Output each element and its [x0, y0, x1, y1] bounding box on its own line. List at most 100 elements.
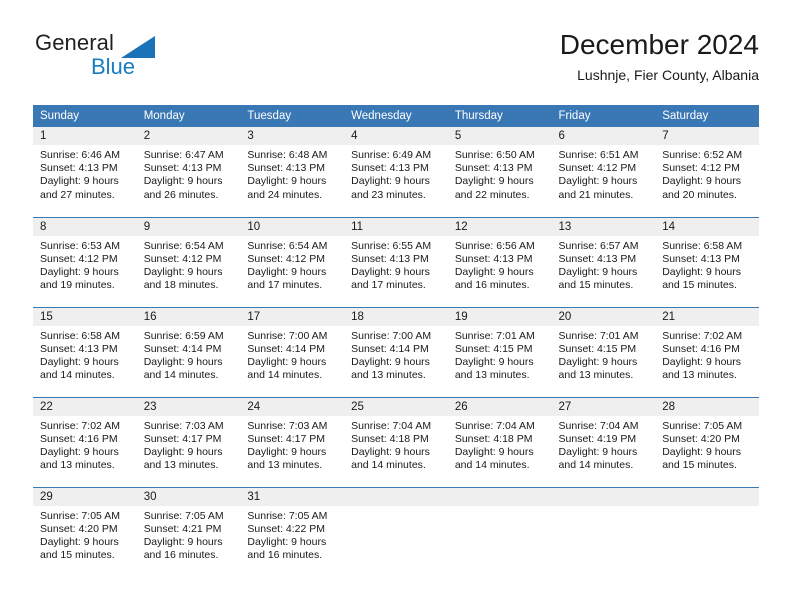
calendar-day-cell[interactable]: 8 Sunrise: 6:53 AM Sunset: 4:12 PM Dayli… [33, 216, 137, 307]
calendar-day-cell[interactable]: 2 Sunrise: 6:47 AM Sunset: 4:13 PM Dayli… [136, 127, 241, 217]
daylight-text-line1: Daylight: 9 hours [247, 445, 327, 458]
weekday-header-thursday: Thursday [447, 105, 552, 127]
sunrise-text: Sunrise: 6:47 AM [143, 149, 224, 161]
day-details: Sunrise: 7:02 AM Sunset: 4:16 PM Dayligh… [33, 416, 137, 473]
calendar-day-cell[interactable]: 6 Sunrise: 6:51 AM Sunset: 4:12 PM Dayli… [551, 127, 656, 217]
daylight-text-line2: and 24 minutes. [247, 188, 323, 201]
sunrise-text: Sunrise: 7:04 AM [558, 419, 639, 432]
sunrise-text: Sunrise: 7:05 AM [247, 509, 328, 522]
daylight-text-line1: Daylight: 9 hours [558, 355, 638, 368]
sunrise-text: Sunrise: 6:59 AM [143, 329, 224, 342]
day-details: Sunrise: 6:48 AM Sunset: 4:13 PM Dayligh… [240, 145, 344, 202]
calendar-day-cell[interactable]: 10 Sunrise: 6:54 AM Sunset: 4:12 PM Dayl… [240, 216, 345, 307]
calendar-day-cell[interactable]: 12 Sunrise: 6:56 AM Sunset: 4:13 PM Dayl… [447, 216, 552, 307]
calendar-day-cell[interactable]: 24 Sunrise: 7:03 AM Sunset: 4:17 PM Dayl… [240, 396, 345, 487]
calendar-day-cell[interactable]: 28 Sunrise: 7:05 AM Sunset: 4:20 PM Dayl… [655, 396, 759, 487]
sunset-text: Sunset: 4:12 PM [247, 252, 326, 265]
daylight-text-line1: Daylight: 9 hours [40, 445, 119, 458]
day-details: Sunrise: 7:05 AM Sunset: 4:20 PM Dayligh… [33, 506, 137, 563]
calendar-week-row: 15 Sunrise: 6:58 AM Sunset: 4:13 PM Dayl… [33, 306, 759, 397]
weekday-header-tuesday: Tuesday [240, 105, 345, 127]
day-number: 27 [551, 397, 656, 416]
day-number: 1 [33, 127, 137, 145]
brand-logo[interactable]: General Blue [33, 28, 163, 86]
day-number [655, 487, 759, 506]
calendar-day-cell[interactable]: 27 Sunrise: 7:04 AM Sunset: 4:19 PM Dayl… [551, 396, 656, 487]
calendar-day-cell[interactable]: 17 Sunrise: 7:00 AM Sunset: 4:14 PM Dayl… [240, 306, 345, 397]
sunset-text: Sunset: 4:20 PM [662, 432, 740, 445]
calendar-day-cell[interactable]: 31 Sunrise: 7:05 AM Sunset: 4:22 PM Dayl… [240, 486, 345, 577]
calendar-day-cell[interactable]: 9 Sunrise: 6:54 AM Sunset: 4:12 PM Dayli… [136, 216, 241, 307]
daylight-text-line2: and 27 minutes. [40, 188, 115, 201]
day-number: 17 [240, 307, 345, 326]
daylight-text-line2: and 15 minutes. [662, 279, 737, 292]
calendar-week-row: 22 Sunrise: 7:02 AM Sunset: 4:16 PM Dayl… [33, 396, 759, 487]
daylight-text-line1: Daylight: 9 hours [247, 535, 327, 548]
calendar-day-cell[interactable]: 22 Sunrise: 7:02 AM Sunset: 4:16 PM Dayl… [33, 396, 137, 487]
day-details: Sunrise: 6:46 AM Sunset: 4:13 PM Dayligh… [33, 145, 137, 202]
calendar-day-cell[interactable]: 18 Sunrise: 7:00 AM Sunset: 4:14 PM Dayl… [344, 306, 448, 397]
day-details: Sunrise: 7:01 AM Sunset: 4:15 PM Dayligh… [448, 326, 552, 383]
calendar-day-cell[interactable]: 7 Sunrise: 6:52 AM Sunset: 4:12 PM Dayli… [655, 127, 759, 217]
day-details: Sunrise: 7:03 AM Sunset: 4:17 PM Dayligh… [240, 416, 344, 473]
sunrise-text: Sunrise: 7:00 AM [351, 329, 432, 342]
calendar-day-cell[interactable]: 5 Sunrise: 6:50 AM Sunset: 4:13 PM Dayli… [447, 127, 552, 217]
day-details: Sunrise: 6:59 AM Sunset: 4:14 PM Dayligh… [137, 326, 241, 383]
daylight-text-line2: and 16 minutes. [247, 549, 323, 562]
daylight-text-line2: and 16 minutes. [143, 549, 219, 562]
weekday-header-wednesday: Wednesday [344, 105, 448, 127]
calendar-day-cell[interactable]: 4 Sunrise: 6:49 AM Sunset: 4:13 PM Dayli… [344, 127, 448, 217]
sunrise-text: Sunrise: 6:55 AM [351, 239, 432, 252]
daylight-text-line2: and 14 minutes. [351, 459, 426, 472]
weekday-header-monday: Monday [136, 105, 241, 127]
calendar-day-cell[interactable]: 19 Sunrise: 7:01 AM Sunset: 4:15 PM Dayl… [447, 306, 552, 397]
title-block: December 2024 Lushnje, Fier County, Alba… [560, 28, 759, 86]
day-details: Sunrise: 7:04 AM Sunset: 4:18 PM Dayligh… [448, 416, 552, 473]
calendar-day-cell[interactable]: 3 Sunrise: 6:48 AM Sunset: 4:13 PM Dayli… [240, 127, 345, 217]
daylight-text-line1: Daylight: 9 hours [247, 355, 327, 368]
calendar-day-cell[interactable]: 21 Sunrise: 7:02 AM Sunset: 4:16 PM Dayl… [655, 306, 759, 397]
weekday-header-saturday: Saturday [655, 105, 759, 127]
daylight-text-line1: Daylight: 9 hours [662, 265, 742, 278]
day-details: Sunrise: 7:00 AM Sunset: 4:14 PM Dayligh… [344, 326, 448, 383]
sunrise-text: Sunrise: 6:49 AM [351, 149, 432, 161]
sunset-text: Sunset: 4:13 PM [351, 252, 429, 265]
calendar-week-row: 29 Sunrise: 7:05 AM Sunset: 4:20 PM Dayl… [33, 486, 759, 577]
day-number: 24 [240, 397, 345, 416]
calendar-day-cell-empty [655, 486, 759, 577]
daylight-text-line1: Daylight: 9 hours [40, 535, 119, 548]
calendar-day-cell[interactable]: 29 Sunrise: 7:05 AM Sunset: 4:20 PM Dayl… [33, 486, 137, 577]
sunset-text: Sunset: 4:22 PM [247, 522, 326, 535]
calendar-day-cell[interactable]: 14 Sunrise: 6:58 AM Sunset: 4:13 PM Dayl… [655, 216, 759, 307]
calendar-day-cell[interactable]: 23 Sunrise: 7:03 AM Sunset: 4:17 PM Dayl… [136, 396, 241, 487]
daylight-text-line1: Daylight: 9 hours [454, 265, 534, 278]
day-details: Sunrise: 7:02 AM Sunset: 4:16 PM Dayligh… [655, 326, 759, 383]
day-details: Sunrise: 6:51 AM Sunset: 4:12 PM Dayligh… [552, 145, 656, 202]
daylight-text-line1: Daylight: 9 hours [143, 265, 223, 278]
calendar-day-cell[interactable]: 13 Sunrise: 6:57 AM Sunset: 4:13 PM Dayl… [551, 216, 656, 307]
daylight-text-line2: and 15 minutes. [558, 279, 634, 292]
sunrise-text: Sunrise: 7:03 AM [143, 419, 224, 432]
calendar-day-cell-empty [447, 486, 552, 577]
sunrise-text: Sunrise: 6:51 AM [558, 149, 639, 161]
calendar-day-cell[interactable]: 26 Sunrise: 7:04 AM Sunset: 4:18 PM Dayl… [447, 396, 552, 487]
sunset-text: Sunset: 4:13 PM [40, 342, 118, 355]
calendar-day-cell[interactable]: 20 Sunrise: 7:01 AM Sunset: 4:15 PM Dayl… [551, 306, 656, 397]
day-number: 12 [447, 217, 552, 236]
calendar-day-cell[interactable]: 1 Sunrise: 6:46 AM Sunset: 4:13 PM Dayli… [33, 127, 137, 217]
sunrise-text: Sunrise: 6:57 AM [558, 239, 639, 252]
calendar-day-cell[interactable]: 11 Sunrise: 6:55 AM Sunset: 4:13 PM Dayl… [344, 216, 448, 307]
calendar-day-cell[interactable]: 25 Sunrise: 7:04 AM Sunset: 4:18 PM Dayl… [344, 396, 448, 487]
day-details: Sunrise: 7:05 AM Sunset: 4:21 PM Dayligh… [137, 506, 241, 563]
day-number: 5 [447, 127, 552, 145]
calendar-day-cell[interactable]: 16 Sunrise: 6:59 AM Sunset: 4:14 PM Dayl… [136, 306, 241, 397]
sunrise-text: Sunrise: 6:54 AM [143, 239, 224, 252]
day-number: 2 [136, 127, 241, 145]
day-number: 3 [240, 127, 345, 145]
daylight-text-line2: and 15 minutes. [40, 549, 115, 562]
day-details: Sunrise: 7:04 AM Sunset: 4:18 PM Dayligh… [344, 416, 448, 473]
calendar-day-cell[interactable]: 15 Sunrise: 6:58 AM Sunset: 4:13 PM Dayl… [33, 306, 137, 397]
calendar-day-cell[interactable]: 30 Sunrise: 7:05 AM Sunset: 4:21 PM Dayl… [136, 486, 241, 577]
sunset-text: Sunset: 4:19 PM [558, 432, 637, 445]
sunrise-text: Sunrise: 7:05 AM [40, 509, 120, 522]
